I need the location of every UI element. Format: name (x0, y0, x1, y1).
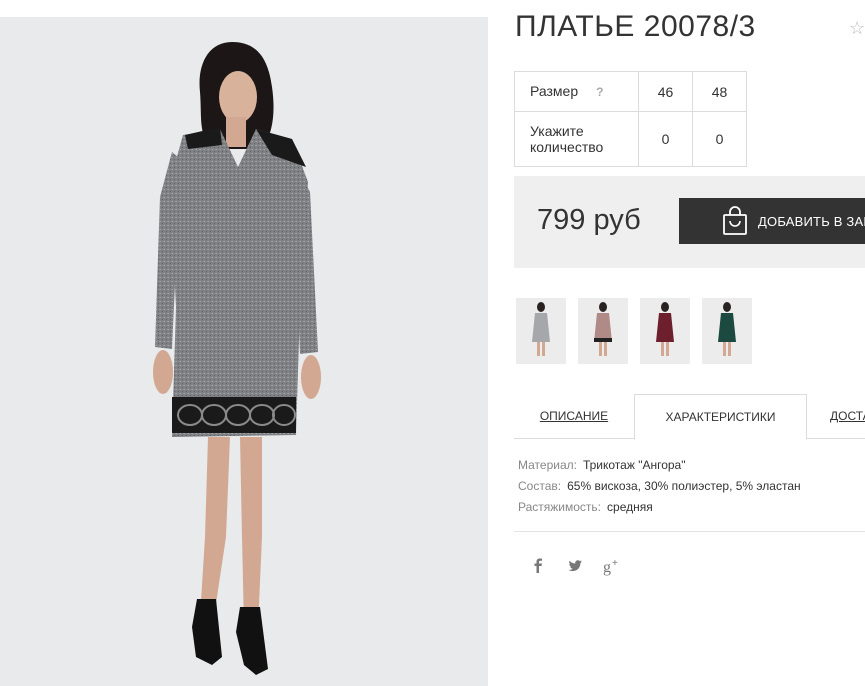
spec-row-stretch: Растяжимость: средняя (518, 497, 801, 518)
twitter-icon[interactable] (565, 556, 585, 576)
tab-delivery-label: ДОСТАВКА (830, 409, 865, 423)
size-help-icon[interactable]: ? (596, 85, 603, 99)
quantity-input-48[interactable]: 0 (692, 111, 747, 167)
thumbnail-grey-figure (532, 302, 550, 356)
add-to-cart-button[interactable]: ДОБАВИТЬ В ЗАКАЗ (679, 198, 865, 244)
characteristics-list: Материал: Трикотаж "Ангора" Состав: 65% ви… (518, 455, 801, 518)
spec-value: 65% вискоза, 30% полиэстер, 5% эластан (567, 479, 801, 493)
tab-description[interactable]: ОПИСАНИЕ (514, 394, 634, 438)
spec-key: Состав: (518, 479, 562, 493)
thumbnail-green-figure (718, 302, 736, 356)
spec-key: Растяжимость: (518, 500, 602, 514)
size-option-46[interactable]: 46 (638, 71, 693, 112)
spec-row-composition: Состав: 65% вискоза, 30% полиэстер, 5% эл… (518, 476, 801, 497)
quantity-row: Укажите количество 0 0 (514, 111, 747, 167)
thumbnail-grey[interactable] (516, 298, 566, 364)
tab-delivery[interactable]: ДОСТАВКА (830, 394, 865, 438)
quantity-input-46[interactable]: 0 (638, 111, 693, 167)
price-panel: 799 руб ДОБАВИТЬ В ЗАКАЗ (514, 176, 865, 268)
add-to-cart-label: ДОБАВИТЬ В ЗАКАЗ (758, 213, 865, 229)
tab-characteristics[interactable]: ХАРАКТЕРИСТИКИ (634, 394, 807, 440)
thumbnail-green[interactable] (702, 298, 752, 364)
divider (514, 531, 865, 532)
svg-text:+: + (612, 558, 618, 569)
product-title: ПЛАТЬЕ 20078/3 (515, 10, 756, 43)
spec-value: Трикотаж "Ангора" (582, 458, 686, 472)
quantity-label-line2: количество (530, 139, 604, 155)
spec-value: средняя (607, 500, 653, 514)
spec-row-material: Материал: Трикотаж "Ангора" (518, 455, 801, 476)
facebook-icon[interactable] (528, 556, 548, 576)
thumbnail-pink-figure (594, 302, 612, 356)
thumbnail-pink[interactable] (578, 298, 628, 364)
google-plus-icon[interactable]: g + (602, 556, 622, 576)
thumbnail-burgundy-figure (656, 302, 674, 356)
svg-text:g: g (603, 559, 611, 576)
tab-characteristics-label: ХАРАКТЕРИСТИКИ (665, 410, 776, 424)
price: 799 руб (537, 204, 641, 236)
size-label-cell: Размер? (514, 71, 639, 112)
model-dress-illustration (153, 42, 321, 675)
spec-key: Материал: (518, 458, 577, 472)
size-option-48[interactable]: 48 (692, 71, 747, 112)
thumbnail-burgundy[interactable] (640, 298, 690, 364)
product-main-image[interactable] (0, 17, 488, 686)
product-info-tabs: ОПИСАНИЕ ХАРАКТЕРИСТИКИ ДОСТАВКА (514, 394, 865, 440)
shopping-bag-icon (722, 206, 748, 236)
tab-description-label: ОПИСАНИЕ (539, 409, 609, 423)
size-selector-table: Размер? 46 48 Укажите количество 0 0 (514, 71, 747, 167)
size-label: Размер (530, 83, 579, 99)
favorite-star-icon[interactable]: ☆ (849, 18, 865, 39)
quantity-label-cell: Укажите количество (514, 111, 639, 167)
size-row: Размер? 46 48 (514, 71, 747, 112)
quantity-label-line1: Укажите (530, 123, 584, 139)
